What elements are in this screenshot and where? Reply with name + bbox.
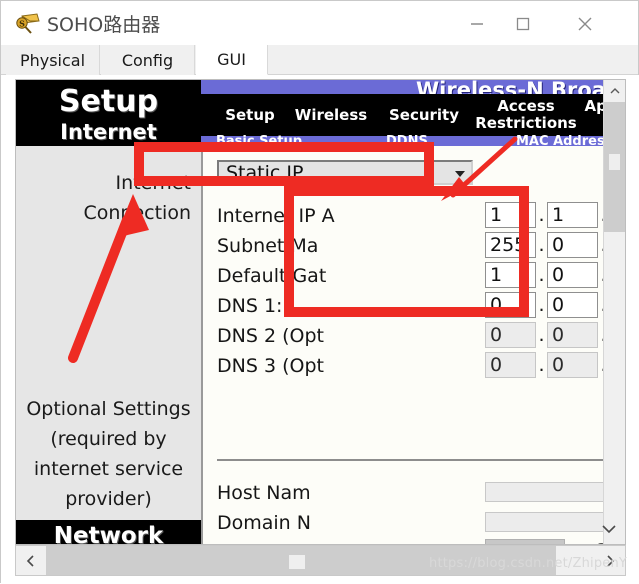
router-device-icon: S: [15, 12, 41, 34]
tab-config[interactable]: Config: [101, 45, 195, 75]
nav-security-label: Security: [388, 105, 460, 124]
left-help-connection-type: Internet Connection: [83, 172, 191, 224]
label-dns-1: DNS 1:: [217, 295, 283, 317]
maximize-icon[interactable]: [500, 1, 546, 46]
dns-3-octet-2[interactable]: 0: [547, 352, 598, 378]
tab-strip-filler: [268, 45, 638, 75]
octet-separator: .: [538, 354, 545, 376]
dns-1-octet-2[interactable]: 0: [547, 292, 598, 318]
octet-separator: .: [538, 234, 545, 256]
tab-physical-label: Physical: [19, 50, 86, 70]
nav-setup-label: Setup: [225, 105, 275, 124]
page-title: Setup: [58, 84, 159, 119]
close-icon[interactable]: [562, 1, 608, 46]
nav-access-restrictions[interactable]: Access Restrictions: [470, 94, 582, 136]
label-internet-ip: Internet IP A: [217, 205, 335, 227]
internet-ip-octet-1[interactable]: 1: [485, 202, 536, 228]
scrollbar-grip: [289, 555, 305, 569]
dns-1-octet-1[interactable]: 0: [485, 292, 536, 318]
router-nav-bar: Setup Wireless Security Access Restricti…: [186, 94, 625, 136]
dns-2-octet-1[interactable]: 0: [485, 322, 536, 348]
label-dns-2: DNS 2 (Opt: [217, 325, 324, 347]
chevron-up-icon[interactable]: [604, 80, 625, 102]
chevron-down-icon[interactable]: [599, 519, 619, 544]
tab-config-label: Config: [121, 50, 174, 70]
label-default-gateway: Default Gat: [217, 265, 327, 287]
left-help-column: Internet Connection Optional Settings (r…: [16, 146, 201, 520]
minimize-icon[interactable]: [454, 1, 500, 46]
page-subtitle: Internet: [60, 120, 157, 144]
watermark: https://blog.csdn.net/ZhipenY: [429, 556, 628, 571]
nav-security[interactable]: Security: [378, 94, 470, 136]
app-window: S SOHO路由器 Physical Config GUI Wireless-N…: [0, 0, 639, 584]
subnet-mask-octet-2[interactable]: 0: [547, 232, 598, 258]
left-help-optional-settings: Optional Settings (required by internet …: [26, 398, 191, 510]
chevron-left-icon[interactable]: [16, 546, 46, 575]
setup-form-panel: Static IP Internet IP A 1 . 1 . 1: [201, 146, 625, 544]
scrollbar-grip: [609, 154, 620, 170]
octet-separator: .: [538, 204, 545, 226]
default-gateway-octet-2[interactable]: 0: [547, 262, 598, 288]
section-divider: [217, 459, 609, 461]
nav-wireless-label: Wireless: [294, 105, 368, 124]
svg-text:S: S: [19, 19, 25, 29]
tab-gui[interactable]: GUI: [196, 45, 268, 75]
octet-separator: .: [538, 264, 545, 286]
dns-2-octet-2[interactable]: 0: [547, 322, 598, 348]
octet-separator: .: [538, 324, 545, 346]
dns-3-octet-1[interactable]: 0: [485, 352, 536, 378]
label-subnet-mask: Subnet Ma: [217, 235, 319, 257]
content-area: Wireless-N Broadba Setup Wireless Securi…: [1, 75, 639, 584]
nav-setup[interactable]: Setup: [216, 94, 284, 136]
network-section-title: Network: [53, 523, 164, 545]
router-gui-frame: Wireless-N Broadba Setup Wireless Securi…: [15, 79, 626, 545]
nav-wireless[interactable]: Wireless: [284, 94, 378, 136]
internet-ip-octet-2[interactable]: 1: [547, 202, 598, 228]
title-bar: S SOHO路由器: [1, 1, 638, 46]
tab-strip: Physical Config GUI: [1, 45, 638, 75]
chevron-down-icon: [455, 171, 465, 177]
octet-separator: .: [538, 294, 545, 316]
connection-type-select[interactable]: Static IP: [217, 160, 473, 185]
window-title: SOHO路由器: [47, 14, 161, 36]
vertical-scrollbar-thumb[interactable]: [604, 102, 625, 232]
vertical-scrollbar[interactable]: [603, 80, 625, 544]
label-domain-name: Domain N: [217, 512, 311, 534]
router-web-page: Wireless-N Broadba Setup Wireless Securi…: [16, 80, 625, 545]
default-gateway-octet-1[interactable]: 1: [485, 262, 536, 288]
connection-type-value: Static IP: [226, 161, 304, 184]
router-page-header: Wireless-N Broadba Setup Wireless Securi…: [16, 80, 625, 149]
tab-gui-label: GUI: [217, 50, 246, 69]
nav-access-restrictions-label: Access Restrictions: [475, 97, 577, 132]
subnet-mask-octet-1[interactable]: 255: [485, 232, 536, 258]
label-dns-3: DNS 3 (Opt: [217, 355, 324, 377]
router-section-band: Setup Internet: [16, 80, 201, 146]
tab-physical[interactable]: Physical: [6, 45, 100, 75]
connection-type-select-wrap: Static IP: [217, 160, 473, 185]
network-section-band: Network: [16, 520, 201, 545]
label-host-name: Host Nam: [217, 482, 311, 504]
